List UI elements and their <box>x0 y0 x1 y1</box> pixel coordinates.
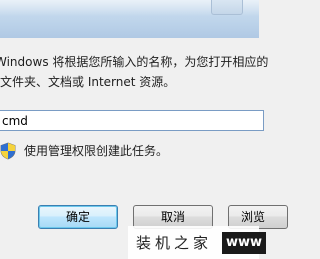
site-watermark: 装机之家 www <box>128 226 266 259</box>
description-line-1: Windows 将根据您所输入的名称，为您打开相应的 <box>0 55 269 69</box>
title-bar <box>0 0 259 39</box>
uac-shield-icon <box>0 142 16 160</box>
ok-button[interactable]: 确定 <box>38 205 118 229</box>
watermark-url: www <box>222 232 266 254</box>
open-command-input[interactable] <box>0 110 264 131</box>
admin-privilege-row: 使用管理权限创建此任务。 <box>0 141 168 161</box>
description-line-2: 文件夹、文档或 Internet 资源。 <box>0 75 176 89</box>
admin-note-text: 使用管理权限创建此任务。 <box>24 144 169 158</box>
watermark-text: 装机之家 <box>136 234 213 252</box>
dialog-description: Windows 将根据您所输入的名称，为您打开相应的 文件夹、文档或 Inter… <box>0 52 268 92</box>
window-control-button[interactable] <box>211 0 243 15</box>
